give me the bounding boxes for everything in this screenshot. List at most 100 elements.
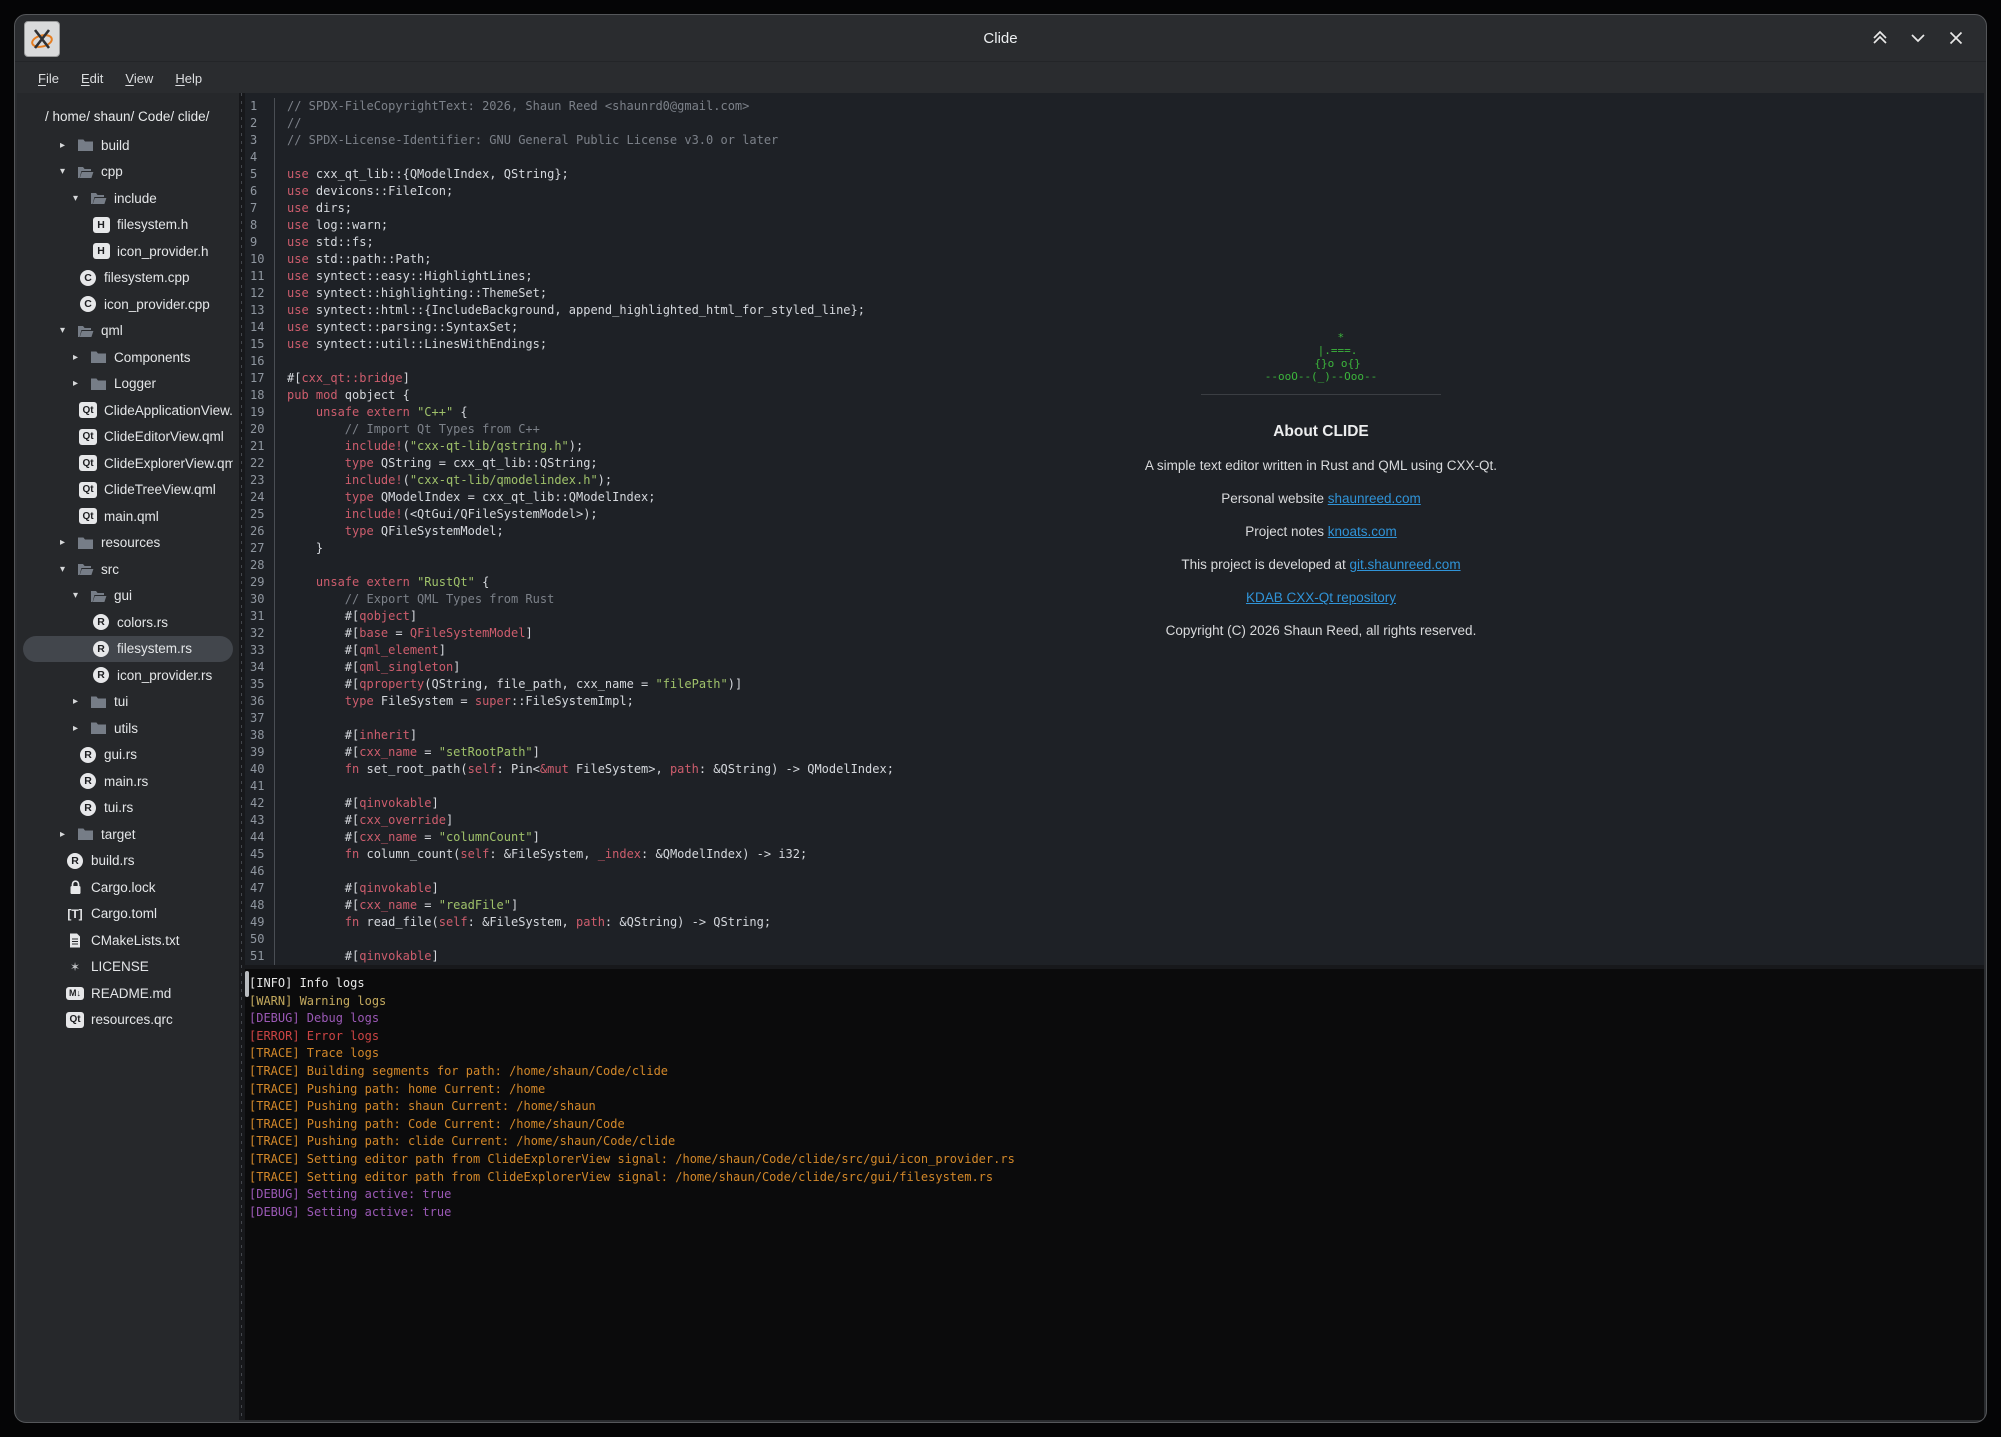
code-line: 6use devicons::FileIcon; — [245, 183, 1984, 200]
tree-item-icon-provider-cpp[interactable]: Cicon_provider.cpp — [23, 291, 233, 318]
code-text: use cxx_qt_lib::{QModelIndex, QString}; — [274, 166, 1984, 183]
tree-item-icon-provider-rs[interactable]: Ricon_provider.rs — [23, 662, 233, 689]
about-link[interactable]: KDAB CXX-Qt repository — [1246, 590, 1396, 605]
line-number: 13 — [245, 302, 274, 319]
chevron-collapsed-icon[interactable]: ▸ — [60, 140, 76, 151]
code-line: 49 fn read_file(self: &FileSystem, path:… — [245, 914, 1984, 931]
code-line: 51 #[qinvokable] — [245, 948, 1984, 965]
code-text — [274, 710, 1984, 727]
markdown-file-icon: M↓ — [66, 987, 84, 1000]
minimize-button[interactable] — [1906, 26, 1930, 50]
chevron-expanded-icon[interactable]: ▾ — [73, 590, 89, 601]
text-file-icon — [66, 933, 84, 948]
tree-root-path: / home/ shaun/ Code/ clide/ — [17, 103, 239, 132]
menu-file[interactable]: File — [29, 67, 68, 90]
folder-icon — [76, 562, 94, 576]
tree-item-main-rs[interactable]: Rmain.rs — [23, 768, 233, 795]
chevron-collapsed-icon[interactable]: ▸ — [73, 696, 89, 707]
tree-item-cargo-toml[interactable]: [T]Cargo.toml — [23, 901, 233, 928]
tree-item-build[interactable]: ▸build — [23, 132, 233, 159]
tree-item-label: Logger — [114, 376, 156, 391]
about-text: Project notes — [1245, 524, 1328, 539]
rust-file-icon: R — [92, 641, 110, 657]
tree-item-clideapplicationview-qml[interactable]: QtClideApplicationView.qml — [23, 397, 233, 424]
log-console[interactable]: [INFO] Info logs[WARN] Warning logs[DEBU… — [245, 969, 1984, 1420]
about-panel: * |.===. {}o o{} --ooO--(_)--Ooo-- About… — [1021, 331, 1621, 639]
tree-item-clideexplorerview-qml[interactable]: QtClideExplorerView.qml — [23, 450, 233, 477]
chevron-collapsed-icon[interactable]: ▸ — [73, 723, 89, 734]
tree-item-components[interactable]: ▸Components — [23, 344, 233, 371]
lock-icon — [66, 880, 84, 895]
tree-item-label: cpp — [101, 164, 123, 179]
tree-item-tui[interactable]: ▸tui — [23, 689, 233, 716]
code-line: 48 #[cxx_name = "readFile"] — [245, 897, 1984, 914]
tree-item-filesystem-rs[interactable]: Rfilesystem.rs — [23, 636, 233, 663]
line-number: 14 — [245, 319, 274, 336]
code-editor[interactable]: * |.===. {}o o{} --ooO--(_)--Ooo-- About… — [245, 93, 1984, 965]
tree-item-resources-qrc[interactable]: Qtresources.qrc — [23, 1007, 233, 1034]
tree-item-logger[interactable]: ▸ Logger — [23, 371, 233, 398]
chevron-expanded-icon[interactable]: ▾ — [60, 564, 76, 575]
about-link[interactable]: shaunreed.com — [1328, 491, 1421, 506]
tree-item-target[interactable]: ▸ target — [23, 821, 233, 848]
tree-item-filesystem-h[interactable]: Hfilesystem.h — [23, 212, 233, 239]
chevron-expanded-icon[interactable]: ▾ — [73, 193, 89, 204]
code-line: 33 #[qml_element] — [245, 642, 1984, 659]
log-scrollbar-thumb[interactable] — [245, 971, 249, 997]
tree-item-label: ClideTreeView.qml — [104, 482, 216, 497]
chevron-expanded-icon[interactable]: ▾ — [60, 166, 76, 177]
tree-item-resources[interactable]: ▸resources — [23, 530, 233, 557]
tree-item-label: Cargo.toml — [91, 906, 157, 921]
log-line-trace: [TRACE] Setting editor path from ClideEx… — [249, 1169, 1984, 1187]
tree-item-label: gui.rs — [104, 747, 137, 762]
tree-item-cmakelists-txt[interactable]: CMakeLists.txt — [23, 927, 233, 954]
close-button[interactable] — [1944, 26, 1968, 50]
about-link[interactable]: knoats.com — [1328, 524, 1397, 539]
code-text: use log::warn; — [274, 217, 1984, 234]
tree-item-gui-rs[interactable]: Rgui.rs — [23, 742, 233, 769]
folder-icon — [89, 589, 107, 603]
chevron-collapsed-icon[interactable]: ▸ — [60, 537, 76, 548]
tree-item-qml[interactable]: ▾qml — [23, 318, 233, 345]
tree-item-label: target — [101, 827, 136, 842]
tree-item-label: ClideExplorerView.qml — [104, 456, 233, 471]
chevron-collapsed-icon[interactable]: ▸ — [73, 378, 89, 389]
menu-view[interactable]: View — [116, 67, 162, 90]
tree-item-cpp[interactable]: ▾ cpp — [23, 159, 233, 186]
tree-item-src[interactable]: ▾src — [23, 556, 233, 583]
line-number: 47 — [245, 880, 274, 897]
menu-edit[interactable]: Edit — [72, 67, 112, 90]
tree-item-license[interactable]: ✶LICENSE — [23, 954, 233, 981]
code-text: fn set_root_path(self: Pin<&mut FileSyst… — [274, 761, 1984, 778]
tree-item-cargo-lock[interactable]: Cargo.lock — [23, 874, 233, 901]
chevron-expanded-icon[interactable]: ▾ — [60, 325, 76, 336]
about-link[interactable]: git.shaunreed.com — [1350, 557, 1461, 572]
tree-item-readme-md[interactable]: M↓ README.md — [23, 980, 233, 1007]
tree-item-icon-provider-h[interactable]: Hicon_provider.h — [23, 238, 233, 265]
qt-file-icon: Qt — [79, 482, 97, 498]
tree-item-main-qml[interactable]: Qtmain.qml — [23, 503, 233, 530]
tree-item-tui-rs[interactable]: Rtui.rs — [23, 795, 233, 822]
maximize-button[interactable] — [1868, 26, 1892, 50]
line-number: 48 — [245, 897, 274, 914]
code-line: 41 — [245, 778, 1984, 795]
line-number: 9 — [245, 234, 274, 251]
tree-item-label: README.md — [91, 986, 171, 1001]
code-text: use syntect::easy::HighlightLines; — [274, 268, 1984, 285]
tree-item-filesystem-cpp[interactable]: Cfilesystem.cpp — [23, 265, 233, 292]
tree-item-label: include — [114, 191, 157, 206]
tree-item-clidetreeview-qml[interactable]: Qt ClideTreeView.qml — [23, 477, 233, 504]
log-line-debug: [DEBUG] Setting active: true — [249, 1186, 1984, 1204]
chevron-collapsed-icon[interactable]: ▸ — [60, 829, 76, 840]
tree-item-include[interactable]: ▾ include — [23, 185, 233, 212]
tree-item-gui[interactable]: ▾gui — [23, 583, 233, 610]
menu-help[interactable]: Help — [166, 67, 211, 90]
code-text: fn column_count(self: &FileSystem, _inde… — [274, 846, 1984, 863]
code-line: 8use log::warn; — [245, 217, 1984, 234]
chevron-collapsed-icon[interactable]: ▸ — [73, 352, 89, 363]
tree-item-clideeditorview-qml[interactable]: QtClideEditorView.qml — [23, 424, 233, 451]
tree-item-utils[interactable]: ▸utils — [23, 715, 233, 742]
log-line-trace: [TRACE] Pushing path: clide Current: /ho… — [249, 1133, 1984, 1151]
tree-item-build-rs[interactable]: Rbuild.rs — [23, 848, 233, 875]
tree-item-colors-rs[interactable]: Rcolors.rs — [23, 609, 233, 636]
